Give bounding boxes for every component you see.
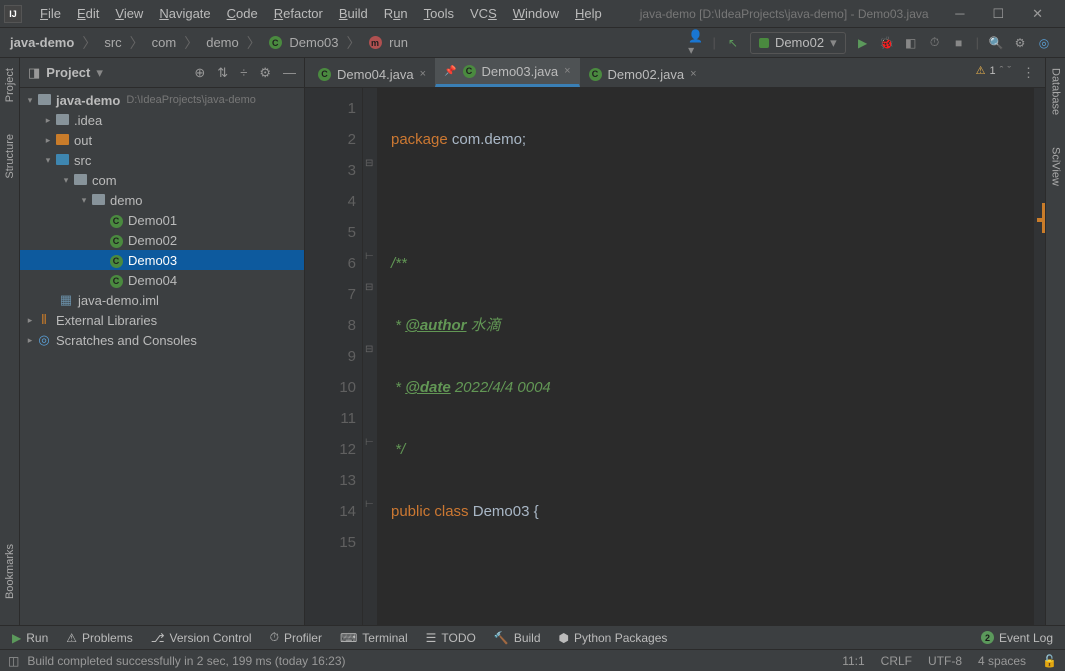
readonly-icon[interactable]: 🔓 xyxy=(1042,654,1057,668)
line-separator[interactable]: CRLF xyxy=(881,654,912,668)
project-tree: ▾java-demoD:\IdeaProjects\java-demo ▸.id… xyxy=(20,88,304,625)
project-tool-button[interactable]: Project xyxy=(4,62,16,108)
menu-tools[interactable]: Tools xyxy=(416,6,462,21)
menu-vcs[interactable]: VCS xyxy=(462,6,505,21)
tree-demo[interactable]: ▾demo xyxy=(20,190,304,210)
build-tool-button[interactable]: 🔨Build xyxy=(494,631,541,645)
user-icon[interactable]: 👤▾ xyxy=(689,36,703,50)
terminal-tool-button[interactable]: ⌨Terminal xyxy=(340,631,408,645)
tree-root[interactable]: ▾java-demoD:\IdeaProjects\java-demo xyxy=(20,90,304,110)
indent-settings[interactable]: 4 spaces xyxy=(978,654,1026,668)
warning-icon: ⚠ xyxy=(976,64,986,77)
tree-com[interactable]: ▾com xyxy=(20,170,304,190)
app-icon: IJ xyxy=(4,5,22,23)
caret-position[interactable]: 11:1 xyxy=(842,654,864,668)
debug-icon[interactable]: 🐞 xyxy=(880,36,894,50)
tab-demo04[interactable]: CDemo04.java× xyxy=(309,61,435,87)
structure-tool-button[interactable]: Structure xyxy=(4,128,16,185)
tree-idea[interactable]: ▸.idea xyxy=(20,110,304,130)
tree-demo02[interactable]: CDemo02 xyxy=(20,230,304,250)
tab-close-icon[interactable]: × xyxy=(564,65,570,77)
menu-view[interactable]: View xyxy=(107,6,151,21)
python-packages-button[interactable]: ⬢Python Packages xyxy=(559,631,668,645)
tab-close-icon[interactable]: × xyxy=(420,68,426,80)
menu-build[interactable]: Build xyxy=(331,6,376,21)
crumb-project[interactable]: java-demo xyxy=(6,35,78,50)
problems-tool-button[interactable]: ⚠Problems xyxy=(66,631,132,645)
sync-icon[interactable]: ◎ xyxy=(1037,36,1051,50)
menu-help[interactable]: Help xyxy=(567,6,610,21)
panel-title: Project xyxy=(46,65,90,80)
run-config-select[interactable]: Demo02 ▾ xyxy=(750,32,846,54)
bookmarks-tool-button[interactable]: Bookmarks xyxy=(4,538,16,605)
project-view-icon: ◨ xyxy=(28,65,40,81)
close-icon[interactable]: ✕ xyxy=(1032,6,1043,22)
menu-code[interactable]: Code xyxy=(219,6,266,21)
tree-demo04[interactable]: CDemo04 xyxy=(20,270,304,290)
tree-demo01[interactable]: CDemo01 xyxy=(20,210,304,230)
menu-navigate[interactable]: Navigate xyxy=(151,6,218,21)
nav-bar: java-demo〉 src〉 com〉 demo〉 C Demo03〉 m r… xyxy=(0,28,1065,58)
status-message: Build completed successfully in 2 sec, 1… xyxy=(27,654,345,668)
tabs-more-icon[interactable]: ⋮ xyxy=(1012,59,1045,87)
tab-close-icon[interactable]: × xyxy=(690,68,696,80)
coverage-icon[interactable]: ◧ xyxy=(904,36,918,50)
tree-demo03[interactable]: CDemo03 xyxy=(20,250,304,270)
menu-window[interactable]: Window xyxy=(505,6,567,21)
minimize-icon[interactable]: ─ xyxy=(955,6,964,22)
profiler-tool-button[interactable]: ⏱Profiler xyxy=(270,630,322,645)
run-tool-button[interactable]: ▶Run xyxy=(12,631,48,645)
gear-icon[interactable]: ⚙ xyxy=(1013,36,1027,50)
collapse-all-icon[interactable]: ÷ xyxy=(240,65,247,81)
menu-refactor[interactable]: Refactor xyxy=(266,6,331,21)
event-log-button[interactable]: 2Event Log xyxy=(981,631,1053,645)
tree-iml[interactable]: ▦java-demo.iml xyxy=(20,290,304,310)
tree-out[interactable]: ▸out xyxy=(20,130,304,150)
profiler-icon[interactable]: ⏱ xyxy=(928,36,942,50)
status-bar: ◫ Build completed successfully in 2 sec,… xyxy=(0,649,1065,671)
todo-tool-button[interactable]: ☰TODO xyxy=(426,631,476,645)
select-opened-icon[interactable]: ⊕ xyxy=(194,65,205,81)
tree-src[interactable]: ▾src xyxy=(20,150,304,170)
file-encoding[interactable]: UTF-8 xyxy=(928,654,962,668)
project-panel: ◨ Project ▾ ⊕ ⇅ ÷ ⚙ — ▾java-demoD:\IdeaP… xyxy=(20,58,305,625)
crumb-com[interactable]: com xyxy=(148,35,181,50)
menu-file[interactable]: File xyxy=(32,6,69,21)
hide-icon[interactable]: — xyxy=(283,65,296,81)
pin-icon: 📌 xyxy=(444,66,456,77)
editor-tabs: CDemo04.java× 📌CDemo03.java× CDemo02.jav… xyxy=(305,58,1045,88)
editor-area: CDemo04.java× 📌CDemo03.java× CDemo02.jav… xyxy=(305,58,1045,625)
menu-run[interactable]: Run xyxy=(376,6,416,21)
settings-icon[interactable]: ⚙ xyxy=(259,65,271,81)
crumb-demo[interactable]: demo xyxy=(202,35,243,50)
inspection-indicator[interactable]: ⚠ 1 ˆˇ xyxy=(976,64,1011,77)
marker-bar[interactable] xyxy=(1033,88,1045,625)
status-sidebar-icon[interactable]: ◫ xyxy=(8,654,19,668)
back-arrow-icon[interactable]: ↖ xyxy=(726,36,740,50)
left-tool-strip: Project Structure Bookmarks xyxy=(0,58,20,625)
crumb-class[interactable]: C Demo03 xyxy=(265,35,343,50)
crumb-method[interactable]: m run xyxy=(365,35,412,50)
window-title: java-demo [D:\IdeaProjects\java-demo] - … xyxy=(640,7,929,21)
database-tool-button[interactable]: Database xyxy=(1050,62,1062,121)
run-icon[interactable]: ▶ xyxy=(856,36,870,50)
search-icon[interactable]: 🔍 xyxy=(989,36,1003,50)
code-editor[interactable]: package com.demo; /** * @author 水滴 * @da… xyxy=(377,88,1033,625)
maximize-icon[interactable]: ☐ xyxy=(992,6,1004,22)
tab-demo02[interactable]: CDemo02.java× xyxy=(580,61,706,87)
stop-icon[interactable]: ■ xyxy=(952,36,966,50)
expand-all-icon[interactable]: ⇅ xyxy=(217,65,228,81)
crumb-src[interactable]: src xyxy=(100,35,125,50)
menu-bar: IJ File Edit View Navigate Code Refactor… xyxy=(0,0,1065,28)
bottom-tool-strip: ▶Run ⚠Problems ⎇Version Control ⏱Profile… xyxy=(0,625,1065,649)
tab-demo03[interactable]: 📌CDemo03.java× xyxy=(435,58,580,87)
line-gutter[interactable]: 123456789101112131415 xyxy=(305,88,363,625)
tree-scratches[interactable]: ▸◎Scratches and Consoles xyxy=(20,330,304,350)
fold-column[interactable]: ⊟ ⊢ ⊟ ⊟ ⊢ ⊢ xyxy=(363,88,377,625)
right-tool-strip: Database SciView xyxy=(1045,58,1065,625)
menu-edit[interactable]: Edit xyxy=(69,6,107,21)
sciview-tool-button[interactable]: SciView xyxy=(1050,141,1062,192)
tree-external[interactable]: ▸⫴External Libraries xyxy=(20,310,304,330)
vcs-tool-button[interactable]: ⎇Version Control xyxy=(151,631,252,645)
